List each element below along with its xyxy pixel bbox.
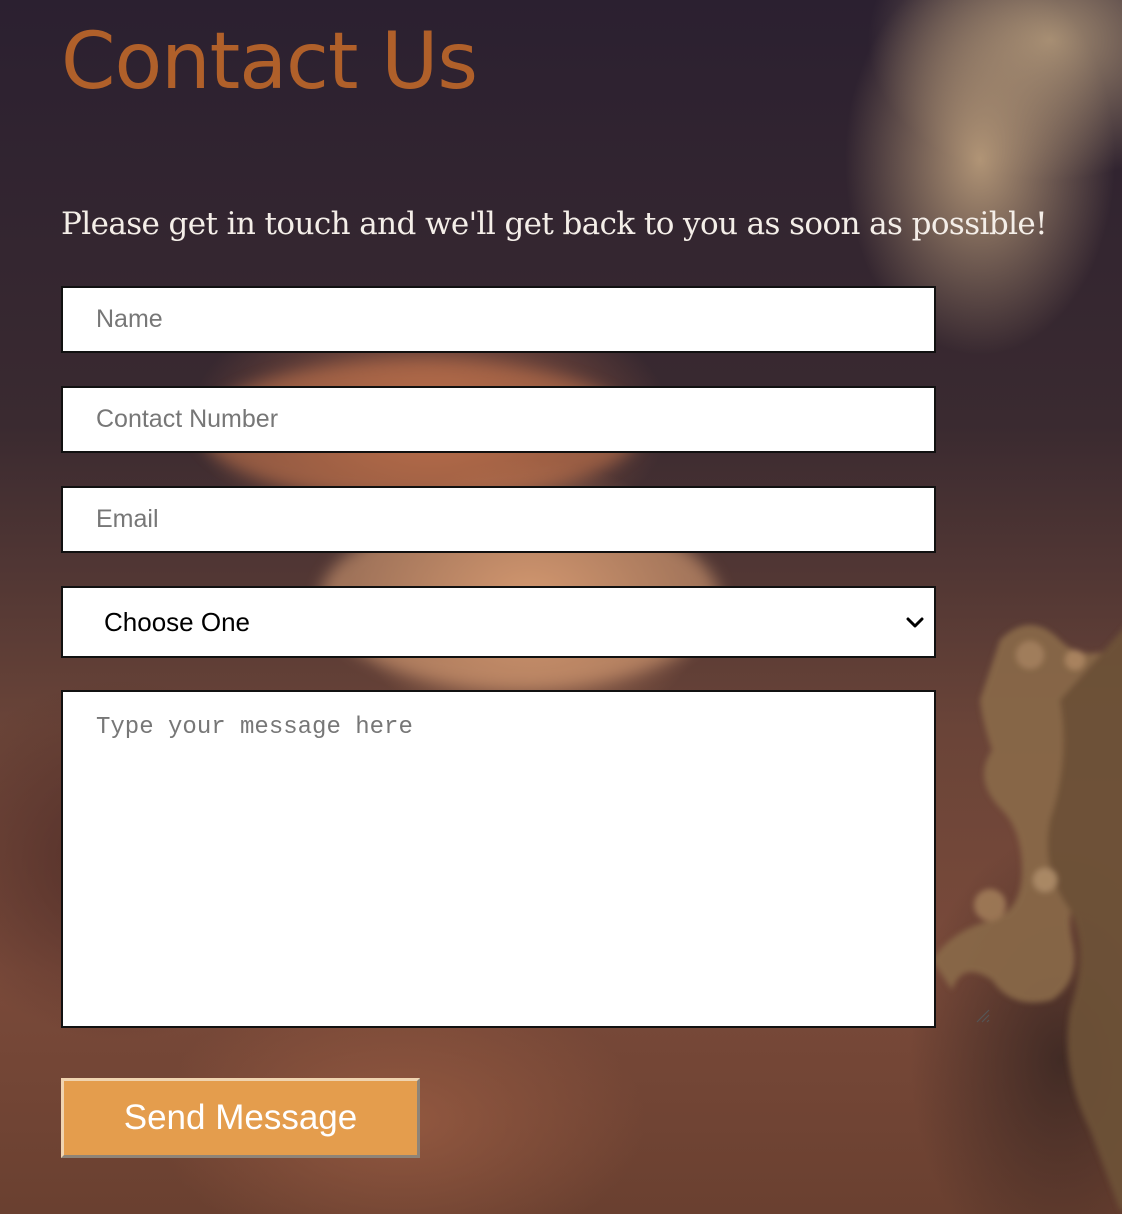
name-input[interactable] [61, 286, 936, 353]
topic-select[interactable]: Choose One [61, 586, 936, 658]
page-title: Contact Us [61, 17, 478, 107]
chevron-down-icon [906, 617, 924, 628]
email-input[interactable] [61, 486, 936, 553]
send-message-button[interactable]: Send Message [61, 1078, 420, 1158]
resize-grip-icon[interactable] [974, 1007, 990, 1023]
message-textarea[interactable] [61, 690, 936, 1028]
select-value: Choose One [104, 606, 250, 637]
contact-number-input[interactable] [61, 386, 936, 453]
intro-text: Please get in touch and we'll get back t… [61, 206, 1048, 242]
